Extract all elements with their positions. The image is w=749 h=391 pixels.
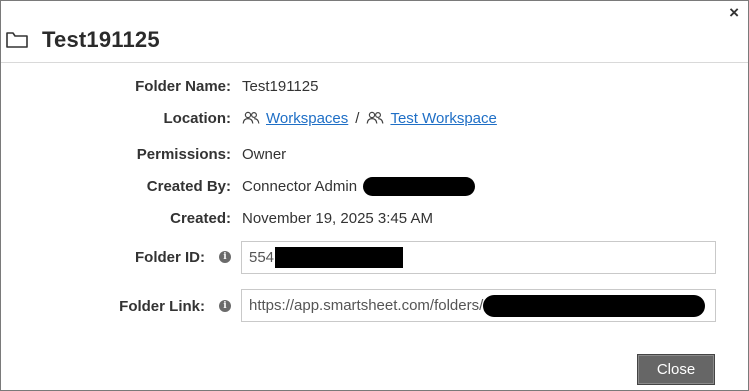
created-value: November 19, 2025 3:45 AM	[242, 209, 433, 227]
redaction-mark	[275, 247, 404, 268]
dialog-title: Test191125	[42, 27, 160, 52]
header-divider	[1, 62, 748, 63]
folder-id-field[interactable]: 554	[241, 241, 716, 274]
folder-name-value: Test191125	[242, 77, 319, 95]
redaction-mark	[363, 176, 476, 196]
close-button[interactable]: Close	[637, 354, 715, 385]
location-link-test-workspace[interactable]: Test Workspace	[390, 110, 496, 127]
folder-name-row: Folder Name: Test191125	[1, 76, 748, 96]
location-link-workspaces[interactable]: Workspaces	[266, 110, 348, 127]
close-icon[interactable]: ×	[729, 4, 739, 21]
folder-link-value: https://app.smartsheet.com/folders/	[249, 297, 484, 314]
permissions-label: Permissions:	[136, 145, 231, 163]
folder-link-label: Folder Link:	[119, 297, 205, 315]
created-by-label: Created By:	[146, 177, 231, 195]
folder-id-label-group: Folder ID: i	[1, 249, 232, 266]
folder-name-label: Folder Name:	[135, 77, 231, 95]
created-by-row: Created By: Connector Admin	[1, 176, 748, 196]
location-row: Location: Workspaces / Test Workspace	[1, 108, 748, 128]
permissions-row: Permissions: Owner	[1, 144, 748, 164]
workspace-icon	[366, 111, 384, 125]
location-label: Location:	[163, 109, 232, 127]
folder-link-field[interactable]: https://app.smartsheet.com/folders/	[241, 289, 716, 322]
location-path: Workspaces / Test Workspace	[242, 110, 497, 127]
folder-id-label: Folder ID:	[135, 248, 205, 266]
folder-properties-dialog: × Test191125 Folder Name: Test191125 Loc…	[0, 0, 749, 391]
folder-link-label-group: Folder Link: i	[1, 298, 232, 315]
created-label: Created:	[170, 209, 231, 227]
redaction-mark	[483, 294, 706, 317]
info-icon[interactable]: i	[219, 251, 231, 263]
created-by-name: Connector Admin	[242, 177, 358, 195]
permissions-value: Owner	[242, 145, 287, 163]
created-row: Created: November 19, 2025 3:45 AM	[1, 208, 748, 228]
location-separator: /	[355, 109, 360, 127]
info-icon[interactable]: i	[219, 300, 231, 312]
created-by-value: Connector Admin	[242, 176, 476, 196]
dialog-header: Test191125	[6, 25, 160, 55]
workspace-icon	[242, 111, 260, 125]
folder-id-value: 554	[249, 249, 275, 266]
folder-icon	[6, 31, 28, 49]
